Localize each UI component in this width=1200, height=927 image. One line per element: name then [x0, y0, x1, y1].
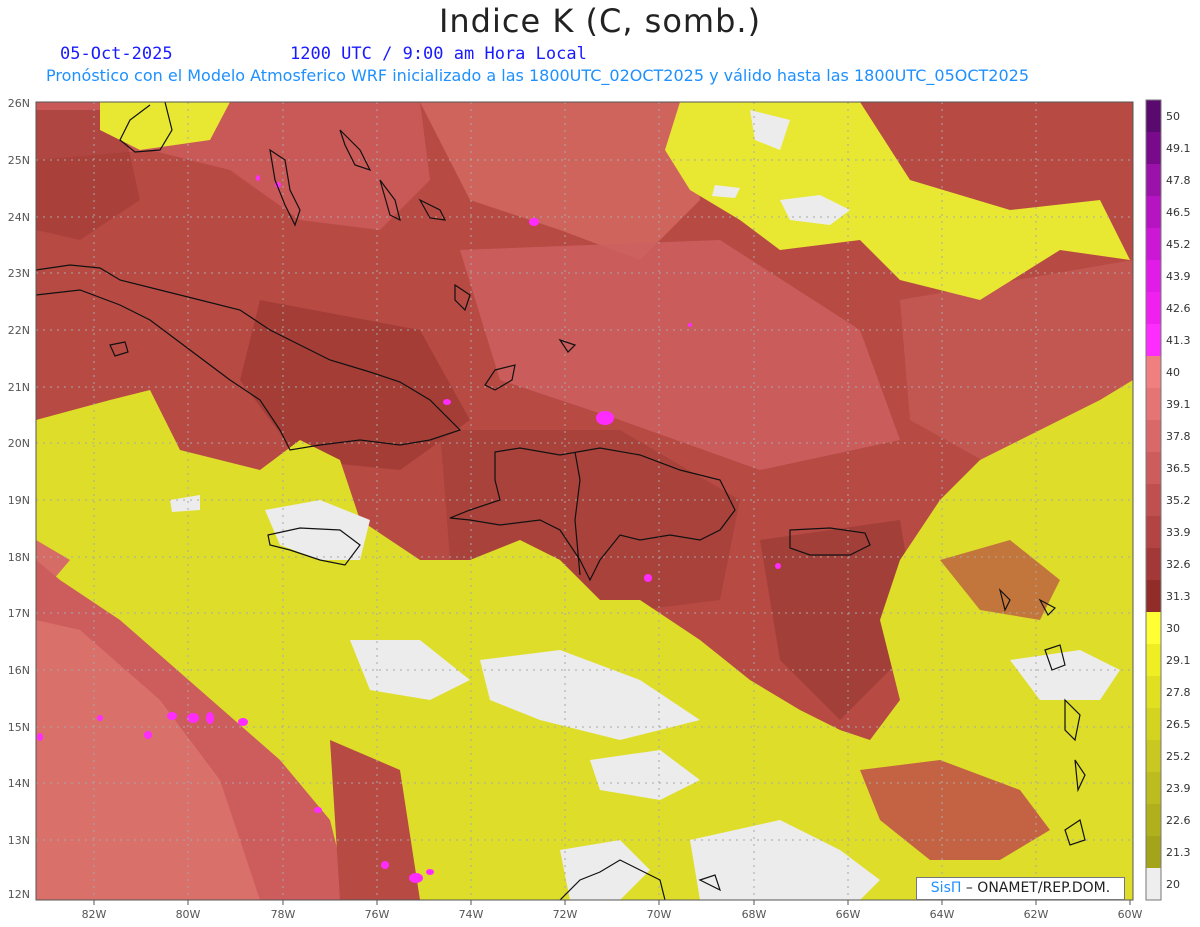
colorbar-swatch — [1146, 420, 1161, 453]
lat-label: 25N — [8, 154, 30, 167]
colorbar-label: 32.6 — [1166, 558, 1191, 571]
lat-label: 22N — [8, 324, 30, 337]
lat-label: 14N — [8, 777, 30, 790]
colorbar-swatch — [1146, 676, 1161, 709]
colorbar-swatch — [1146, 708, 1161, 741]
lon-label: 64W — [930, 908, 955, 921]
colorbar-label: 20 — [1166, 878, 1180, 891]
colorbar-label: 50 — [1166, 110, 1180, 123]
lat-label: 19N — [8, 494, 30, 507]
colorbar-label: 33.9 — [1166, 526, 1191, 539]
colorbar-swatch — [1146, 516, 1161, 549]
colorbar-swatch — [1146, 164, 1161, 197]
colorbar-swatch — [1146, 388, 1161, 421]
colorbar-label: 26.5 — [1166, 718, 1191, 731]
lat-label: 12N — [8, 888, 30, 901]
colorbar-swatch — [1146, 356, 1161, 389]
colorbar-swatch — [1146, 804, 1161, 837]
colorbar-label: 39.1 — [1166, 398, 1191, 411]
colorbar-label: 27.8 — [1166, 686, 1191, 699]
colorbar-swatch — [1146, 612, 1161, 645]
colorbar-label: 43.9 — [1166, 270, 1191, 283]
colorbar-label: 35.2 — [1166, 494, 1191, 507]
colorbar-swatch — [1146, 580, 1161, 613]
colorbar-label: 47.8 — [1166, 174, 1191, 187]
colorbar-swatch — [1146, 260, 1161, 293]
colorbar-swatch — [1146, 484, 1161, 517]
k-index-map: 82W 80W 78W 76W 74W 72W 70W 68W 66W 64W … — [8, 97, 1191, 921]
colorbar: 50 49.1 47.8 46.5 45.2 43.9 42.6 41.3 40 39.1 37.8… — [1145, 99, 1191, 901]
colorbar-swatch — [1146, 772, 1161, 805]
credit-text: – ONAMET/REP.DOM. — [965, 880, 1111, 896]
colorbar-swatch — [1146, 324, 1161, 357]
lon-label: 70W — [647, 908, 672, 921]
lon-label: 74W — [459, 908, 484, 921]
lon-label: 82W — [82, 908, 107, 921]
colorbar-swatch — [1146, 868, 1161, 901]
colorbar-label: 21.3 — [1166, 846, 1191, 859]
axis-ticks — [93, 900, 1131, 905]
colorbar-swatch — [1146, 228, 1161, 261]
colorbar-label: 25.2 — [1166, 750, 1191, 763]
colorbar-label: 23.9 — [1166, 782, 1191, 795]
lon-label: 60W — [1118, 908, 1143, 921]
latitude-labels: 26N 25N 24N 23N 22N 21N 20N 19N 18N 17N … — [8, 97, 30, 901]
colorbar-swatch — [1146, 740, 1161, 773]
colorbar-swatch — [1146, 292, 1161, 325]
lat-label: 20N — [8, 437, 30, 450]
lat-label: 21N — [8, 381, 30, 394]
colorbar-label: 37.8 — [1166, 430, 1191, 443]
lon-label: 66W — [836, 908, 861, 921]
lat-label: 26N — [8, 97, 30, 110]
colorbar-label: 45.2 — [1166, 238, 1191, 251]
colorbar-label: 49.1 — [1166, 142, 1191, 155]
lat-label: 24N — [8, 211, 30, 224]
colorbar-label: 36.5 — [1166, 462, 1191, 475]
colorbar-swatch — [1146, 196, 1161, 229]
colorbar-swatch — [1146, 100, 1161, 133]
colorbar-label: 22.6 — [1166, 814, 1191, 827]
lon-label: 68W — [742, 908, 767, 921]
lat-label: 15N — [8, 721, 30, 734]
colorbar-label: 40 — [1166, 366, 1180, 379]
lat-label: 18N — [8, 551, 30, 564]
lon-label: 72W — [553, 908, 578, 921]
map-field — [36, 102, 1133, 900]
lon-label: 76W — [365, 908, 390, 921]
colorbar-label: 46.5 — [1166, 206, 1191, 219]
lon-label: 80W — [176, 908, 201, 921]
colorbar-swatch — [1146, 548, 1161, 581]
lon-label: 62W — [1024, 908, 1049, 921]
colorbar-label: 31.3 — [1166, 590, 1191, 603]
colorbar-swatch — [1146, 836, 1161, 869]
lat-label: 13N — [8, 834, 30, 847]
lat-label: 23N — [8, 267, 30, 280]
colorbar-label: 30 — [1166, 622, 1180, 635]
colorbar-swatch — [1146, 644, 1161, 677]
lat-label: 16N — [8, 664, 30, 677]
lon-label: 78W — [271, 908, 296, 921]
credit-box: SisΠ – ONAMET/REP.DOM. — [916, 877, 1125, 900]
colorbar-swatch — [1146, 452, 1161, 485]
sispi-logo-text: SisΠ — [930, 880, 962, 896]
colorbar-label: 29.1 — [1166, 654, 1191, 667]
colorbar-swatch — [1146, 132, 1161, 165]
colorbar-label: 42.6 — [1166, 302, 1191, 315]
lat-label: 17N — [8, 607, 30, 620]
colorbar-label: 41.3 — [1166, 334, 1191, 347]
longitude-labels: 82W 80W 78W 76W 74W 72W 70W 68W 66W 64W … — [82, 908, 1143, 921]
